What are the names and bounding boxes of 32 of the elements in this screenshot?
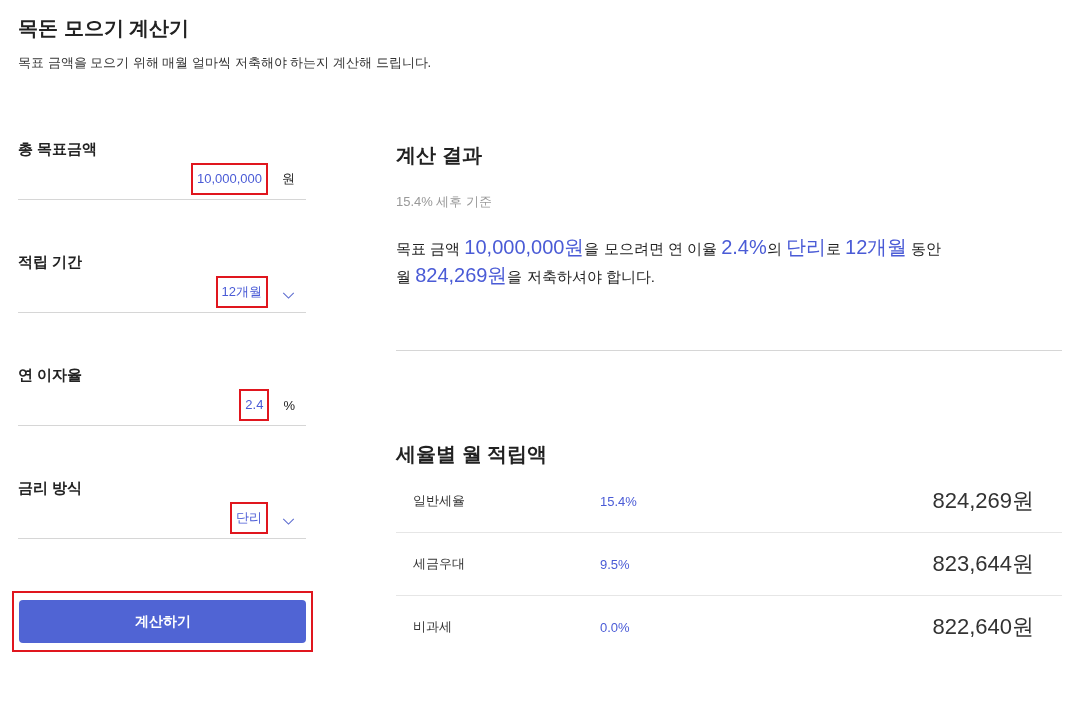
page-title: 목돈 모으기 계산기 [18, 16, 191, 41]
chevron-down-icon [282, 517, 295, 525]
calculate-button[interactable]: 계산하기 [19, 600, 306, 643]
highlighted-value: 단리 [230, 502, 268, 534]
field-label: 총 목표금액 [18, 139, 99, 159]
chevron-down-icon [282, 291, 295, 299]
field-label: 금리 방식 [18, 478, 84, 498]
table-cell-text: 822,640원 [932, 613, 1034, 641]
table-cell-text: 824,269원 [932, 487, 1034, 515]
table-cell: 9.5% [600, 556, 630, 572]
page-description: 목표 금액을 모으기 위해 매월 얼마씩 저축해야 하는지 계산해 드립니다. [18, 54, 433, 72]
table-cell-text: 세금우대 [413, 555, 466, 573]
table-cell-text: 일반세율 [413, 492, 466, 510]
highlighted-value: 2.4 [239, 389, 270, 421]
table-cell-text: 비과세 [413, 618, 453, 636]
section-title: 계산 결과 [396, 143, 483, 168]
table-cell-text: 823,644원 [932, 550, 1034, 578]
dropdown[interactable]: 12개월 [18, 272, 306, 313]
input-field[interactable]: 2.4 % [18, 385, 306, 426]
basis-note: 15.4% 세후 기준 [396, 193, 494, 211]
table-cell: 15.4% [600, 493, 637, 509]
table-cell: 0.0% [600, 619, 630, 635]
result-summary: 목표 금액 10,000,000원을 모으려면 연 이율 2.4%의 단리로 12개월 동안 월 824,269원을 저축하셔야 합니다. [396, 235, 943, 288]
dropdown[interactable]: 단리 [18, 498, 306, 539]
unit-label: % [283, 397, 295, 413]
unit-label: 원 [282, 170, 295, 188]
field-label: 연 이자율 [18, 365, 84, 385]
highlighted-value: 10,000,000 [190, 163, 268, 195]
input-field[interactable]: 10,000,000 원 [18, 159, 306, 200]
highlighted-value: 12개월 [215, 276, 268, 308]
section-title: 세율별 월 적립액 [396, 442, 549, 467]
field-label: 적립 기간 [18, 252, 84, 272]
